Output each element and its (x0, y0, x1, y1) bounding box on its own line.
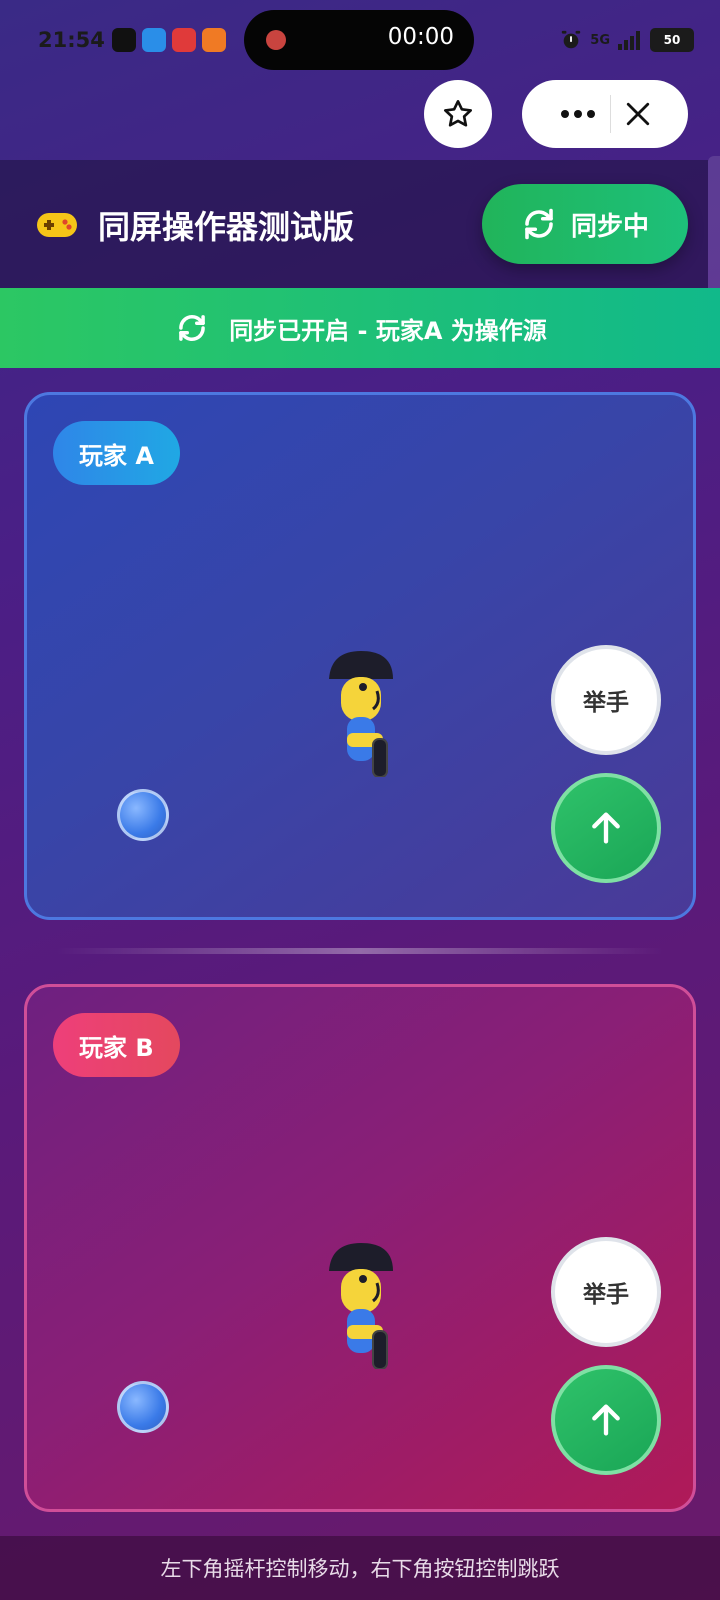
sync-icon (525, 208, 553, 240)
status-bar: 21:54 00:00 5G 50 (0, 0, 720, 82)
screen-recording-pill: 00:00 (244, 10, 474, 70)
signal-icon (618, 31, 640, 50)
network-label: 5G (590, 32, 610, 48)
arrow-up-icon (592, 1404, 620, 1436)
player-a-tag: 玩家 A (53, 421, 180, 485)
music-icon (172, 28, 196, 52)
player-a-raise-hand-button[interactable]: 举手 (551, 645, 661, 755)
favorite-button[interactable] (424, 80, 492, 148)
battery-indicator: 50 (650, 28, 694, 52)
close-button[interactable] (625, 101, 651, 127)
character-sprite-icon (329, 1243, 393, 1370)
record-dot-icon (266, 30, 286, 50)
sync-status-text: 同步已开启 - 玩家A 为操作源 (229, 316, 547, 345)
close-icon (626, 102, 649, 126)
player-b-jump-button[interactable] (551, 1365, 661, 1475)
gamepad-icon (37, 213, 77, 237)
browser-icon (142, 28, 166, 52)
page-title: 同屏操作器测试版 (98, 208, 355, 246)
player-a-character (327, 647, 397, 781)
player-a-jump-button[interactable] (551, 773, 661, 883)
character-sprite-icon (329, 651, 393, 778)
header-title-group: 同屏操作器测试版 (36, 202, 354, 248)
mini-program-capsule (522, 80, 688, 148)
sync-button-label: 同步中 (570, 211, 649, 242)
panel-divider (56, 948, 664, 954)
star-icon (444, 100, 472, 127)
player-b-raise-hand-button[interactable]: 举手 (551, 1237, 661, 1347)
alarm-icon (562, 30, 581, 49)
player-b-panel[interactable]: 玩家 B 举手 (24, 984, 696, 1512)
more-icon (560, 110, 595, 118)
app-header: 同屏操作器测试版 同步中 (0, 160, 708, 288)
refresh-icon (179, 315, 206, 341)
status-right: 5G 50 (560, 28, 694, 52)
player-b-character (327, 1239, 397, 1373)
tiktok-icon (112, 28, 136, 52)
arrow-up-icon (592, 812, 620, 844)
status-time: 21:54 (38, 28, 105, 52)
player-a-panel[interactable]: 玩家 A 举手 (24, 392, 696, 920)
recording-time: 00:00 (387, 24, 454, 50)
capsule-divider (609, 95, 611, 133)
player-b-tag: 玩家 B (53, 1013, 180, 1077)
player-a-joystick[interactable] (117, 789, 169, 841)
notification-icons (112, 28, 226, 52)
more-button[interactable] (560, 109, 596, 119)
sync-status-banner: 同步已开启 - 玩家A 为操作源 (0, 288, 720, 368)
video-icon (202, 28, 226, 52)
controls-hint: 左下角摇杆控制移动，右下角按钮控制跳跃 (0, 1536, 720, 1600)
player-b-joystick[interactable] (117, 1381, 169, 1433)
sync-button[interactable]: 同步中 (482, 184, 688, 264)
